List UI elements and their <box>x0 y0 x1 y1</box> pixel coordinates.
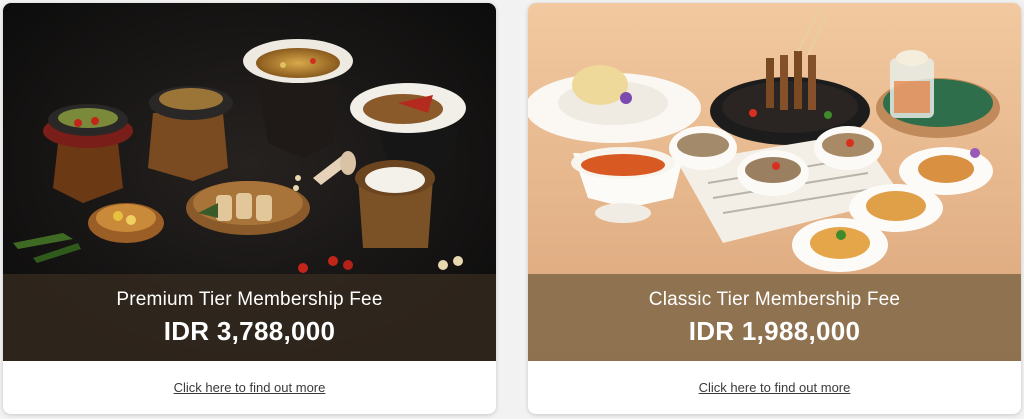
classic-tier-overlay: Classic Tier Membership Fee IDR 1,988,00… <box>528 274 1021 361</box>
premium-tier-title: Premium Tier Membership Fee <box>116 288 383 310</box>
classic-card-footer: Click here to find out more <box>528 361 1021 414</box>
premium-card-footer: Click here to find out more <box>3 361 496 414</box>
classic-tier-price: IDR 1,988,000 <box>688 315 861 346</box>
premium-tier-overlay: Premium Tier Membership Fee IDR 3,788,00… <box>3 274 496 361</box>
premium-tier-card[interactable]: Premium Tier Membership Fee IDR 3,788,00… <box>3 3 496 414</box>
classic-tier-title: Classic Tier Membership Fee <box>648 288 901 310</box>
premium-find-out-more-link[interactable]: Click here to find out more <box>174 380 326 395</box>
classic-find-out-more-link[interactable]: Click here to find out more <box>699 380 851 395</box>
premium-tier-price: IDR 3,788,000 <box>163 315 336 346</box>
classic-tier-card[interactable]: Classic Tier Membership Fee IDR 1,988,00… <box>528 3 1021 414</box>
